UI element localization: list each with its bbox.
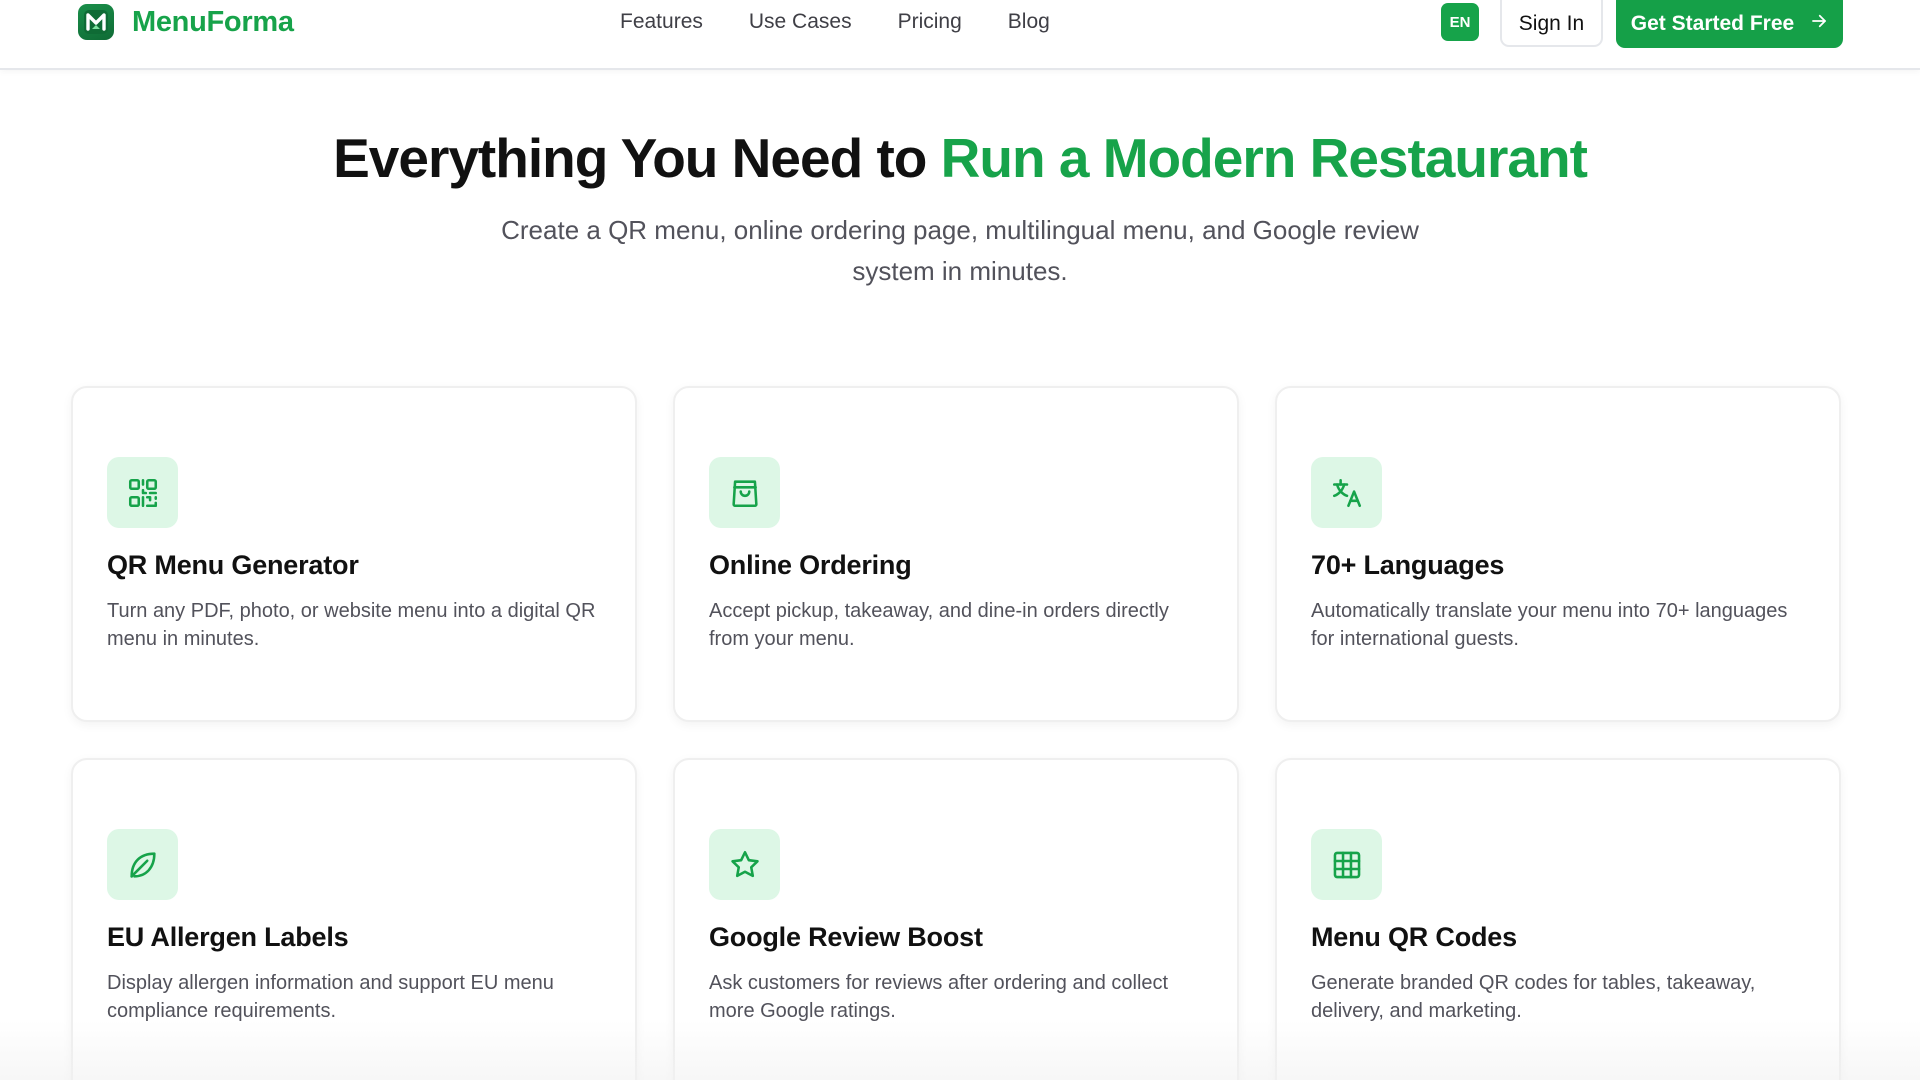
brand-logo-icon bbox=[78, 4, 114, 40]
feature-title: Online Ordering bbox=[709, 550, 912, 580]
sign-in-label: Sign In bbox=[1518, 11, 1585, 35]
hero-subtitle: Create a QR menu, online ordering page, … bbox=[501, 215, 1419, 286]
hero-title: Everything You Need to Run a Modern Rest… bbox=[0, 126, 1920, 190]
brand-name: MenuForma bbox=[132, 5, 294, 38]
feature-description: Generate branded QR codes for tables, ta… bbox=[1311, 972, 1756, 1022]
star-icon bbox=[709, 829, 780, 900]
qr-code-icon bbox=[107, 457, 178, 528]
feature-card-eu-allergen-labels: EU Allergen Labels Display allergen info… bbox=[71, 758, 637, 1080]
feature-card-online-ordering: Online Ordering Accept pickup, takeaway,… bbox=[673, 386, 1239, 722]
nav-blog[interactable]: Blog bbox=[1008, 10, 1050, 34]
language-switcher[interactable]: EN bbox=[1441, 3, 1479, 41]
nav-use-cases[interactable]: Use Cases bbox=[749, 10, 852, 34]
grid-icon bbox=[1311, 829, 1382, 900]
site-header: MenuForma Features Use Cases Pricing Blo… bbox=[0, 0, 1920, 70]
main-nav: Features Use Cases Pricing Blog bbox=[620, 0, 1050, 44]
feature-description: Accept pickup, takeaway, and dine-in ord… bbox=[709, 600, 1169, 650]
feature-card-languages: 70+ Languages Automatically translate yo… bbox=[1275, 386, 1841, 722]
feature-description: Turn any PDF, photo, or website menu int… bbox=[107, 600, 596, 650]
hero-title-accent: Run a Modern Restaurant bbox=[940, 127, 1588, 189]
feature-description: Ask customers for reviews after ordering… bbox=[709, 972, 1169, 1022]
brand-logo-link[interactable]: MenuForma bbox=[78, 0, 294, 44]
landing-page: MenuForma Features Use Cases Pricing Blo… bbox=[0, 0, 1920, 1080]
feature-title: 70+ Languages bbox=[1311, 550, 1505, 580]
feature-description: Display allergen information and support… bbox=[107, 972, 554, 1022]
hero-title-prefix: Everything You Need to bbox=[333, 127, 927, 189]
nav-pricing[interactable]: Pricing bbox=[898, 10, 962, 34]
feature-card-google-review-boost: Google Review Boost Ask customers for re… bbox=[673, 758, 1239, 1080]
feature-title: Menu QR Codes bbox=[1311, 922, 1517, 952]
get-started-button[interactable]: Get Started Free bbox=[1616, 0, 1843, 48]
feature-card-menu-qr-codes: Menu QR Codes Generate branded QR codes … bbox=[1275, 758, 1841, 1080]
feature-title: QR Menu Generator bbox=[107, 550, 359, 580]
feature-description: Automatically translate your menu into 7… bbox=[1311, 600, 1788, 650]
nav-features[interactable]: Features bbox=[620, 10, 703, 34]
translate-icon bbox=[1311, 457, 1382, 528]
sign-in-button[interactable]: Sign In bbox=[1500, 0, 1603, 47]
feature-card-qr-menu-generator: QR Menu Generator Turn any PDF, photo, o… bbox=[71, 386, 637, 722]
feature-title: Google Review Boost bbox=[709, 922, 983, 952]
shopping-bag-icon bbox=[709, 457, 780, 528]
get-started-label: Get Started Free bbox=[1630, 12, 1795, 35]
arrow-right-icon bbox=[1810, 12, 1828, 36]
feature-title: EU Allergen Labels bbox=[107, 922, 349, 952]
leaf-icon bbox=[107, 829, 178, 900]
